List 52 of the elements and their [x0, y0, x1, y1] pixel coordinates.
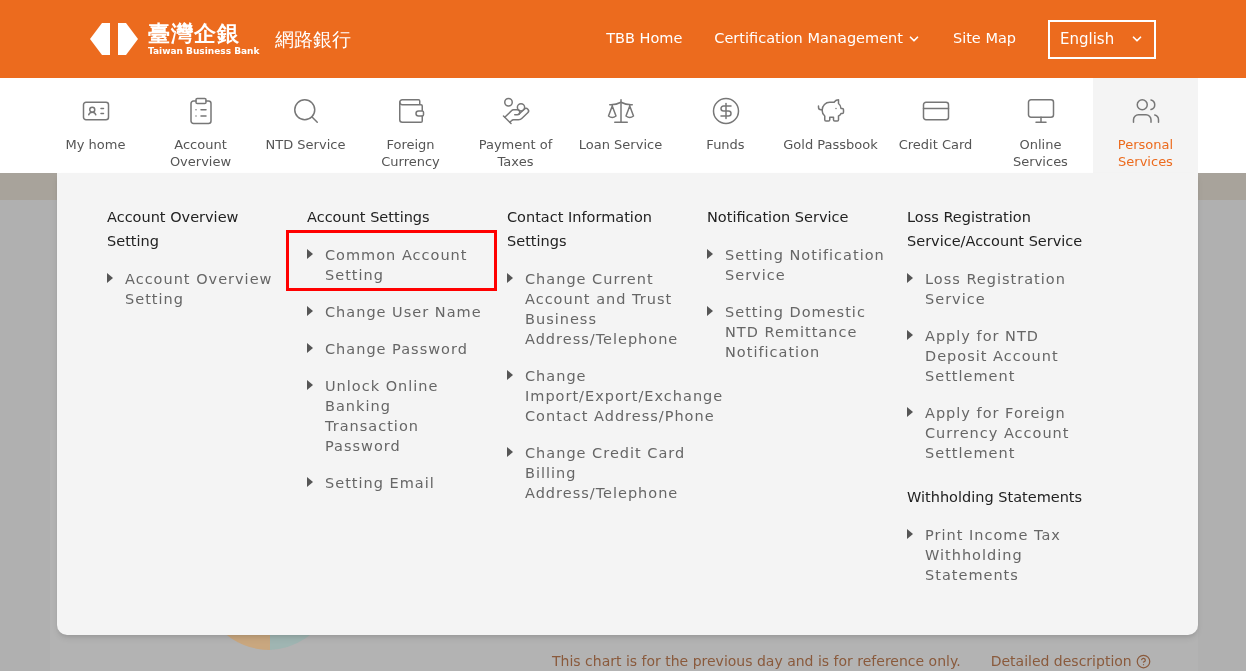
menu-link[interactable]: Account Overview Setting: [125, 269, 293, 309]
triangle-icon: [507, 370, 513, 380]
menu-link[interactable]: Setting Notification Service: [725, 245, 893, 285]
menu-link[interactable]: Loss Registration Service: [925, 269, 1093, 309]
menu-link[interactable]: Change Import/Export/Exchange Contact Address/Phone: [525, 366, 728, 426]
people-icon: [1130, 96, 1161, 126]
menu-link[interactable]: Apply for NTD Deposit Account Settlement: [925, 326, 1093, 386]
help-icon: [1135, 654, 1151, 669]
menu-link[interactable]: Unlock Online Banking Transaction Password: [325, 376, 493, 456]
hand-coins-icon: [500, 96, 531, 126]
bank-name-english: Taiwan Business Bank: [148, 46, 260, 56]
dollar-coin-icon: [710, 96, 741, 126]
header-link[interactable]: Site Map: [952, 28, 1016, 50]
product-name: 網路銀行: [275, 26, 352, 52]
logo-icon: [88, 21, 140, 57]
menu-link[interactable]: Change Credit Card Billing Address/Telephone: [525, 443, 693, 503]
menu-link[interactable]: Change Current Account and Trust Business Address/Telephone: [525, 269, 693, 349]
header-link[interactable]: TBB Home: [606, 28, 683, 50]
triangle-icon: [907, 407, 913, 417]
triangle-icon: [507, 447, 513, 457]
menu-link[interactable]: Common Account Setting: [325, 245, 493, 285]
triangle-icon: [907, 529, 913, 539]
menu-link[interactable]: Apply for Foreign Currency Account Settlement: [925, 403, 1093, 463]
triangle-icon: [707, 249, 713, 259]
nav-tab[interactable]: Personal Services: [1093, 78, 1198, 173]
menu-link[interactable]: Setting Domestic NTD Remittance Notification: [725, 302, 893, 362]
menu-heading: Account Overview Setting: [107, 208, 240, 251]
bank-name: 臺灣企銀: [148, 22, 241, 45]
menu-heading: Contact Information Settings: [507, 208, 653, 251]
chart-note: This chart is for the previous day and is for reference only.: [552, 652, 961, 671]
triangle-icon: [307, 343, 313, 353]
header-link[interactable]: Certification Management: [714, 28, 921, 50]
triangle-icon: [107, 273, 113, 283]
menu-heading: Account Settings: [307, 208, 431, 227]
language-select[interactable]: English: [1048, 19, 1156, 59]
triangle-icon: [507, 273, 513, 283]
triangle-icon: [307, 477, 313, 487]
triangle-icon: [307, 306, 313, 316]
menu-link[interactable]: Setting Email: [325, 473, 439, 493]
triangle-icon: [707, 306, 713, 316]
menu-link[interactable]: Print Income Tax Withholding Statements: [925, 525, 1093, 585]
scale-icon: [605, 96, 636, 126]
menu-link[interactable]: Change User Name: [325, 302, 486, 322]
triangle-icon: [307, 249, 313, 259]
triangle-icon: [907, 273, 913, 283]
menu-heading: Loss Registration Service/Account Service: [907, 208, 1084, 251]
menu-heading: Notification Service: [707, 208, 850, 227]
menu-heading: Withholding Statements: [907, 488, 1084, 507]
menu-link[interactable]: Change Password: [325, 339, 472, 359]
triangle-icon: [907, 330, 913, 340]
detail-link[interactable]: Detailed description: [990, 651, 1151, 671]
triangle-icon: [307, 380, 313, 390]
